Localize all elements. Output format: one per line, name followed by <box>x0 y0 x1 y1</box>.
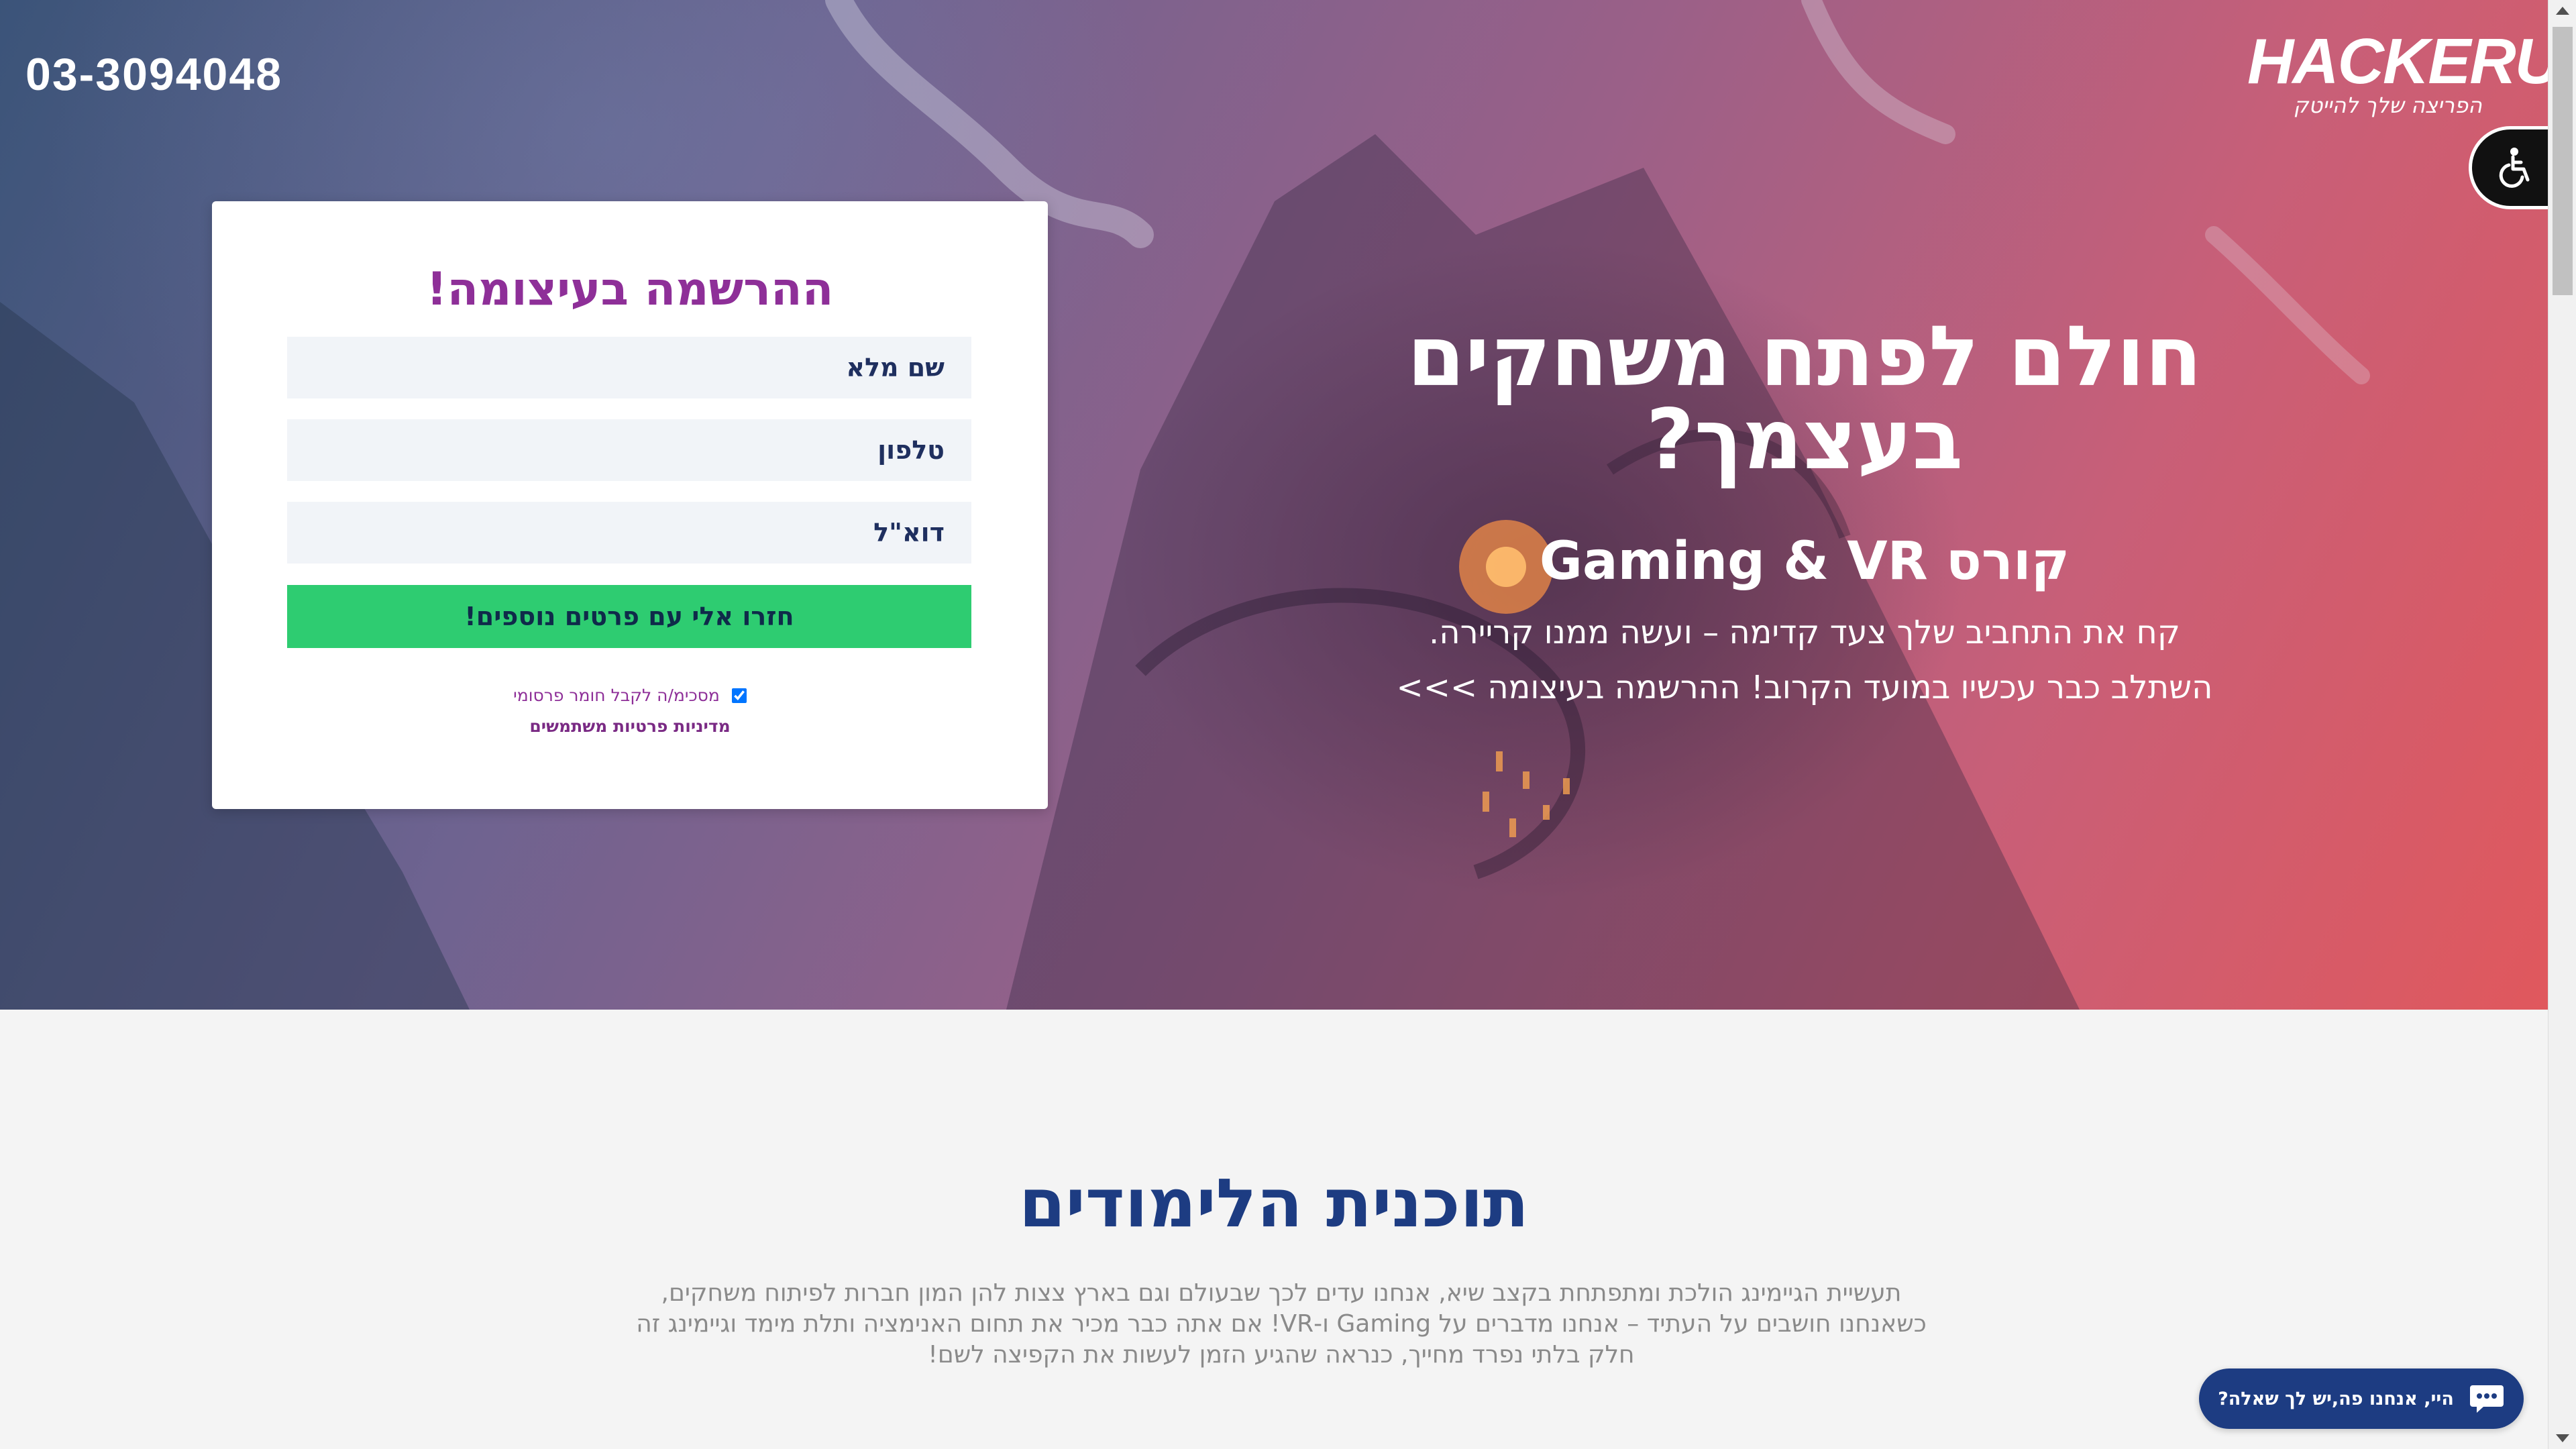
page-scrollbar[interactable] <box>2548 0 2576 1449</box>
consent-label: מסכימ/ה לקבל חומר פרסומי <box>513 686 720 705</box>
curriculum-line2: כשאנחנו חושבים על העתיד – אנחנו מדברים ע… <box>636 1310 1927 1338</box>
registration-form: ההרשמה בעיצומה! חזרו אלי עם פרטים נוספים… <box>212 201 1048 809</box>
submit-button[interactable]: חזרו אלי עם פרטים נוספים! <box>287 585 971 648</box>
email-field[interactable] <box>287 502 971 564</box>
curriculum-line3: חלק בלתי נפרד מחייך, כנראה שהגיע הזמן לע… <box>928 1341 1635 1368</box>
curriculum-description: תעשיית הגיימינג הולכת ומתפתחת בקצב שיא, … <box>564 1278 1999 1371</box>
privacy-policy-link[interactable]: מדיניות פרטיות משתמשים <box>212 716 1048 736</box>
form-title: ההרשמה בעיצומה! <box>426 263 834 316</box>
chat-widget[interactable]: היי, אנחנו פה,יש לך שאלה? <box>2199 1368 2524 1429</box>
phone-number[interactable]: 03-3094048 <box>25 48 282 101</box>
curriculum-section: תוכנית הלימודים תעשיית הגיימינג הולכת ומ… <box>0 1010 2548 1449</box>
hero-desc-line2: השתלב כבר עכשיו במועד הקרוב! ההרשמה בעיצ… <box>1396 669 2213 706</box>
full-name-field[interactable] <box>287 337 971 398</box>
scrollbar-thumb[interactable] <box>2553 27 2573 295</box>
curriculum-line1: תעשיית הגיימינג הולכת ומתפתחת בקצב שיא, … <box>661 1279 1902 1307</box>
scroll-up-arrow-icon[interactable] <box>2556 7 2569 15</box>
hero-title: חולם לפתח משחקים בעצמך? <box>1395 315 2214 482</box>
hero-section: 03-3094048 HACKERU הפריצה שלך להייטק ההר… <box>0 0 2548 1010</box>
consent-row: מסכימ/ה לקבל חומר פרסומי <box>212 686 1048 705</box>
hero-subtitle: קורס Gaming & VR <box>1539 531 2070 592</box>
logo-wordmark: HACKERU <box>2247 25 2548 97</box>
hackeru-logo[interactable]: HACKERU הפריצה שלך להייטק <box>2247 25 2548 129</box>
chat-label: היי, אנחנו פה,יש לך שאלה? <box>2218 1388 2454 1409</box>
chat-bubble-icon <box>2469 1385 2504 1413</box>
curriculum-title: תוכנית הלימודים <box>1018 1164 1529 1242</box>
hero-text-block: חולם לפתח משחקים בעצמך? קורס Gaming & VR… <box>1395 315 2214 715</box>
phone-field[interactable] <box>287 419 971 481</box>
hero-title-line1: חולם לפתח משחקים <box>1407 309 2202 405</box>
consent-checkbox[interactable] <box>731 688 747 703</box>
hero-description: קח את התחביב שלך צעד קדימה – ועשה ממנו ק… <box>1395 605 2214 715</box>
scroll-down-arrow-icon[interactable] <box>2556 1434 2569 1442</box>
hero-title-line2: בעצמך? <box>1646 392 1964 488</box>
wheelchair-icon <box>2499 148 2530 188</box>
hero-desc-line1: קח את התחביב שלך צעד קדימה – ועשה ממנו ק… <box>1429 614 2180 651</box>
